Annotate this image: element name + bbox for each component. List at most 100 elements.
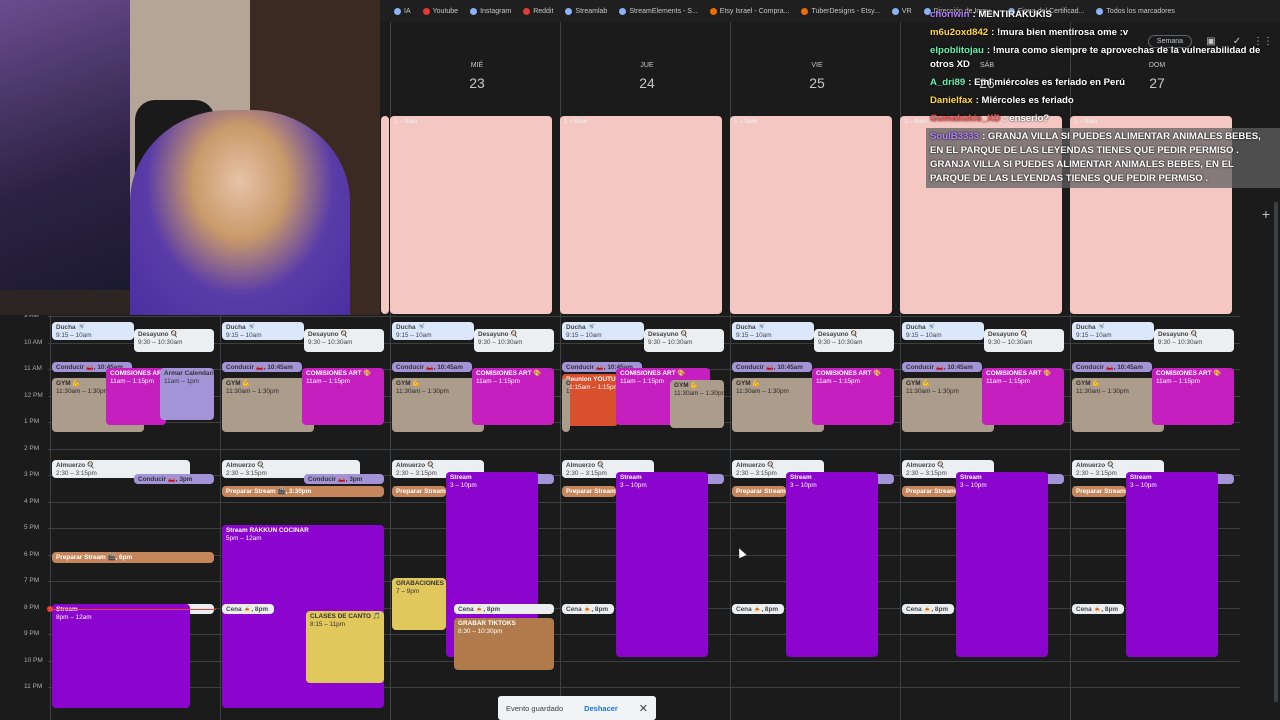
bookmark-item[interactable]: TuberDesigns - Etsy... [801, 7, 880, 15]
calendar-event[interactable]: Ducha 🚿 9:15 – 10am [392, 322, 474, 340]
calendar-event[interactable] [381, 116, 389, 314]
calendar-event[interactable]: Conducir 🚗, 3pm [134, 474, 214, 484]
bookmark-item[interactable]: Streamlab [565, 7, 607, 15]
calendar-event[interactable]: Stream 3 – 10pm [956, 472, 1048, 657]
undo-button[interactable]: Deshacer [584, 704, 618, 713]
day-number[interactable]: 24 [562, 75, 732, 91]
calendar-event[interactable]: COMISIONES ART 🎨11am – 1:15pm [106, 368, 166, 425]
calendar-event[interactable]: Stream8pm – 12am [52, 604, 190, 708]
calendar-event[interactable]: GYM 💪11:30am – 1:30pm [1072, 378, 1164, 432]
day-number[interactable]: 25 [732, 75, 902, 91]
event-time: 11:30am – 1:30pm [566, 388, 570, 395]
calendar-event[interactable]: Cena 🍝, 8pm [1072, 604, 1124, 614]
calendar-event[interactable]: Conducir 🚗, 10:45am [902, 362, 982, 372]
calendar-event[interactable]: Conducir 🚗, 10:45am [1072, 362, 1152, 372]
calendar-event[interactable]: 1 – 9am [390, 116, 552, 314]
bookmark-item[interactable]: Reddit [523, 7, 553, 15]
calendar-event[interactable]: Preparar Stream [732, 486, 786, 497]
calendar-event[interactable]: COMISIONES ART 🎨11am – 1:15pm [302, 368, 384, 425]
calendar-event[interactable]: COMISIONES ART 🎨11am – 1:15pm [812, 368, 894, 425]
bookmark-item[interactable]: Instagram [470, 7, 511, 15]
bookmark-item[interactable]: Youtube [422, 7, 458, 15]
calendar-event[interactable]: Desayuno 🍳 9:30 – 10:30am [644, 329, 724, 352]
calendar-event[interactable]: Preparar Stream [902, 486, 956, 497]
event-title: Preparar Stream [396, 488, 446, 495]
calendar-event[interactable]: Ducha 🚿 9:15 – 10am [732, 322, 814, 340]
calendar-event[interactable]: Desayuno 🍳 9:30 – 10:30am [304, 329, 384, 352]
calendar-event[interactable]: Preparar Stream 🎬, 3:30pm [222, 486, 384, 497]
day-number[interactable]: 23 [392, 75, 562, 91]
event-time: 9:15 – 10am [226, 332, 262, 339]
calendar-event[interactable]: Desayuno 🍳 9:30 – 10:30am [984, 329, 1064, 352]
calendar-event[interactable]: 1 – 9am [730, 116, 892, 314]
calendar-event[interactable]: GYM 💪11:30am – 1:30pm [392, 378, 484, 432]
event-title: Ducha 🚿 [1076, 324, 1106, 331]
bookmark-item[interactable]: IA [394, 7, 411, 15]
calendar-event[interactable]: Armar Calendario 🗓️11am – 1pm [160, 368, 214, 420]
calendar-event[interactable]: Ducha 🚿 9:15 – 10am [1072, 322, 1154, 340]
event-title: Preparar Stream [566, 488, 616, 495]
calendar-event[interactable]: Ducha 🚿 9:15 – 10am [562, 322, 644, 340]
add-icon[interactable]: + [1262, 206, 1270, 222]
event-title: Ducha 🚿 [566, 324, 596, 331]
calendar-event[interactable]: Reunion YOUTU 11:15am – 1:15pm [562, 374, 618, 426]
event-time: 11am – 1:15pm [1156, 378, 1200, 385]
event-time: 11:30am – 1:30pm [396, 388, 449, 395]
scrollbar[interactable] [1274, 202, 1278, 702]
calendar-event[interactable]: Stream 3 – 10pm [1126, 472, 1218, 657]
bookmark-label: IA [404, 7, 411, 15]
calendar-event[interactable]: Cena 🍝, 8pm [222, 604, 274, 614]
calendar-event[interactable]: COMISIONES ART 🎨11am – 1:15pm [472, 368, 554, 425]
bookmark-item[interactable]: Etsy Israel - Compra... [709, 7, 789, 15]
calendar-event[interactable]: Cena 🍝, 8pm [732, 604, 784, 614]
hour-label: 2 PM [24, 444, 40, 452]
calendar-event[interactable]: GRABAR TIKTOKS 8:30 – 10:30pm [454, 618, 554, 670]
calendar-event[interactable]: GYM 💪11:30am – 1:30pm [562, 378, 570, 432]
bookmark-item[interactable]: StreamElements - S... [619, 7, 698, 15]
day-header[interactable]: MIÉ 23 [392, 62, 562, 91]
calendar-event[interactable]: Preparar Stream [1072, 486, 1126, 497]
hour-label: 8 PM [24, 603, 40, 611]
calendar-event[interactable]: GYM 💪11:30am – 1:30pm [902, 378, 994, 432]
event-time: 9:15 – 10am [906, 332, 942, 339]
calendar-event[interactable]: GRABACIONES 7 – 9pm [392, 578, 446, 630]
event-title: Reunion YOUTU [566, 376, 616, 383]
calendar-event[interactable]: Desayuno 🍳 9:30 – 10:30am [814, 329, 894, 352]
day-name: VIE [811, 62, 823, 69]
calendar-event[interactable]: Conducir 🚗, 10:45am [732, 362, 812, 372]
calendar-event[interactable]: Desayuno 🍳 9:30 – 10:30am [474, 329, 554, 352]
calendar-event[interactable]: Ducha 🚿 9:15 – 10am [222, 322, 304, 340]
calendar-event[interactable]: Cena 🍝, 8pm [562, 604, 614, 614]
day-header[interactable]: VIE 25 [732, 62, 902, 91]
calendar-event[interactable]: Ducha 🚿 9:15 – 10am [52, 322, 134, 340]
calendar-event[interactable]: Cena 🍝, 8pm [454, 604, 554, 614]
calendar-event[interactable]: Preparar Stream 🎬, 6pm [52, 552, 214, 563]
calendar-event[interactable]: COMISIONES ART 🎨11am – 1:15pm [1152, 368, 1234, 425]
calendar-event[interactable]: Stream 3 – 10pm [786, 472, 878, 657]
calendar-event[interactable]: Conducir 🚗, 10:45am [392, 362, 472, 372]
calendar-event[interactable]: GYM 💪11:30am – 1:30pm [732, 378, 824, 432]
calendar-event[interactable]: GYM 💪11:30am – 1:30pm [222, 378, 314, 432]
bookmark-item[interactable]: VR [891, 7, 912, 15]
calendar-event[interactable]: Desayuno 🍳 9:30 – 10:30am [1154, 329, 1234, 352]
calendar-event[interactable]: CLASES DE CANTO 🎵 8:15 – 11pm [306, 611, 384, 683]
calendar-event[interactable]: Stream 3 – 10pm [616, 472, 708, 657]
calendar-event[interactable]: Conducir 🚗, 3pm [304, 474, 384, 484]
calendar-event[interactable]: Preparar Stream [392, 486, 446, 497]
close-icon[interactable]: ✕ [639, 702, 648, 715]
calendar-event[interactable]: Desayuno 🍳 9:30 – 10:30am [134, 329, 214, 352]
calendar-event[interactable]: 1 – 9am [560, 116, 722, 314]
calendar-event[interactable]: Ducha 🚿 9:15 – 10am [902, 322, 984, 340]
calendar-event[interactable]: GYM 💪11:30am – 1:30pm [670, 380, 724, 428]
calendar-event[interactable]: Conducir 🚗, 10:45am [222, 362, 302, 372]
chat-overlay: choriwin: MENTIRAKUKIS m6u2oxd842: !mura … [926, 6, 1280, 188]
event-title: Stream [960, 474, 982, 481]
calendar-event[interactable]: COMISIONES ART 🎨11am – 1:15pm [982, 368, 1064, 425]
event-time: 9:15 – 10am [56, 332, 92, 339]
hour-label: 11 AM [24, 365, 42, 372]
calendar-event[interactable]: Preparar Stream [562, 486, 616, 497]
event-time: 3 – 10pm [960, 482, 987, 489]
day-header[interactable]: JUE 24 [562, 62, 732, 91]
event-time: 2:30 – 3:15pm [906, 470, 947, 477]
calendar-event[interactable]: Cena 🍝, 8pm [902, 604, 954, 614]
